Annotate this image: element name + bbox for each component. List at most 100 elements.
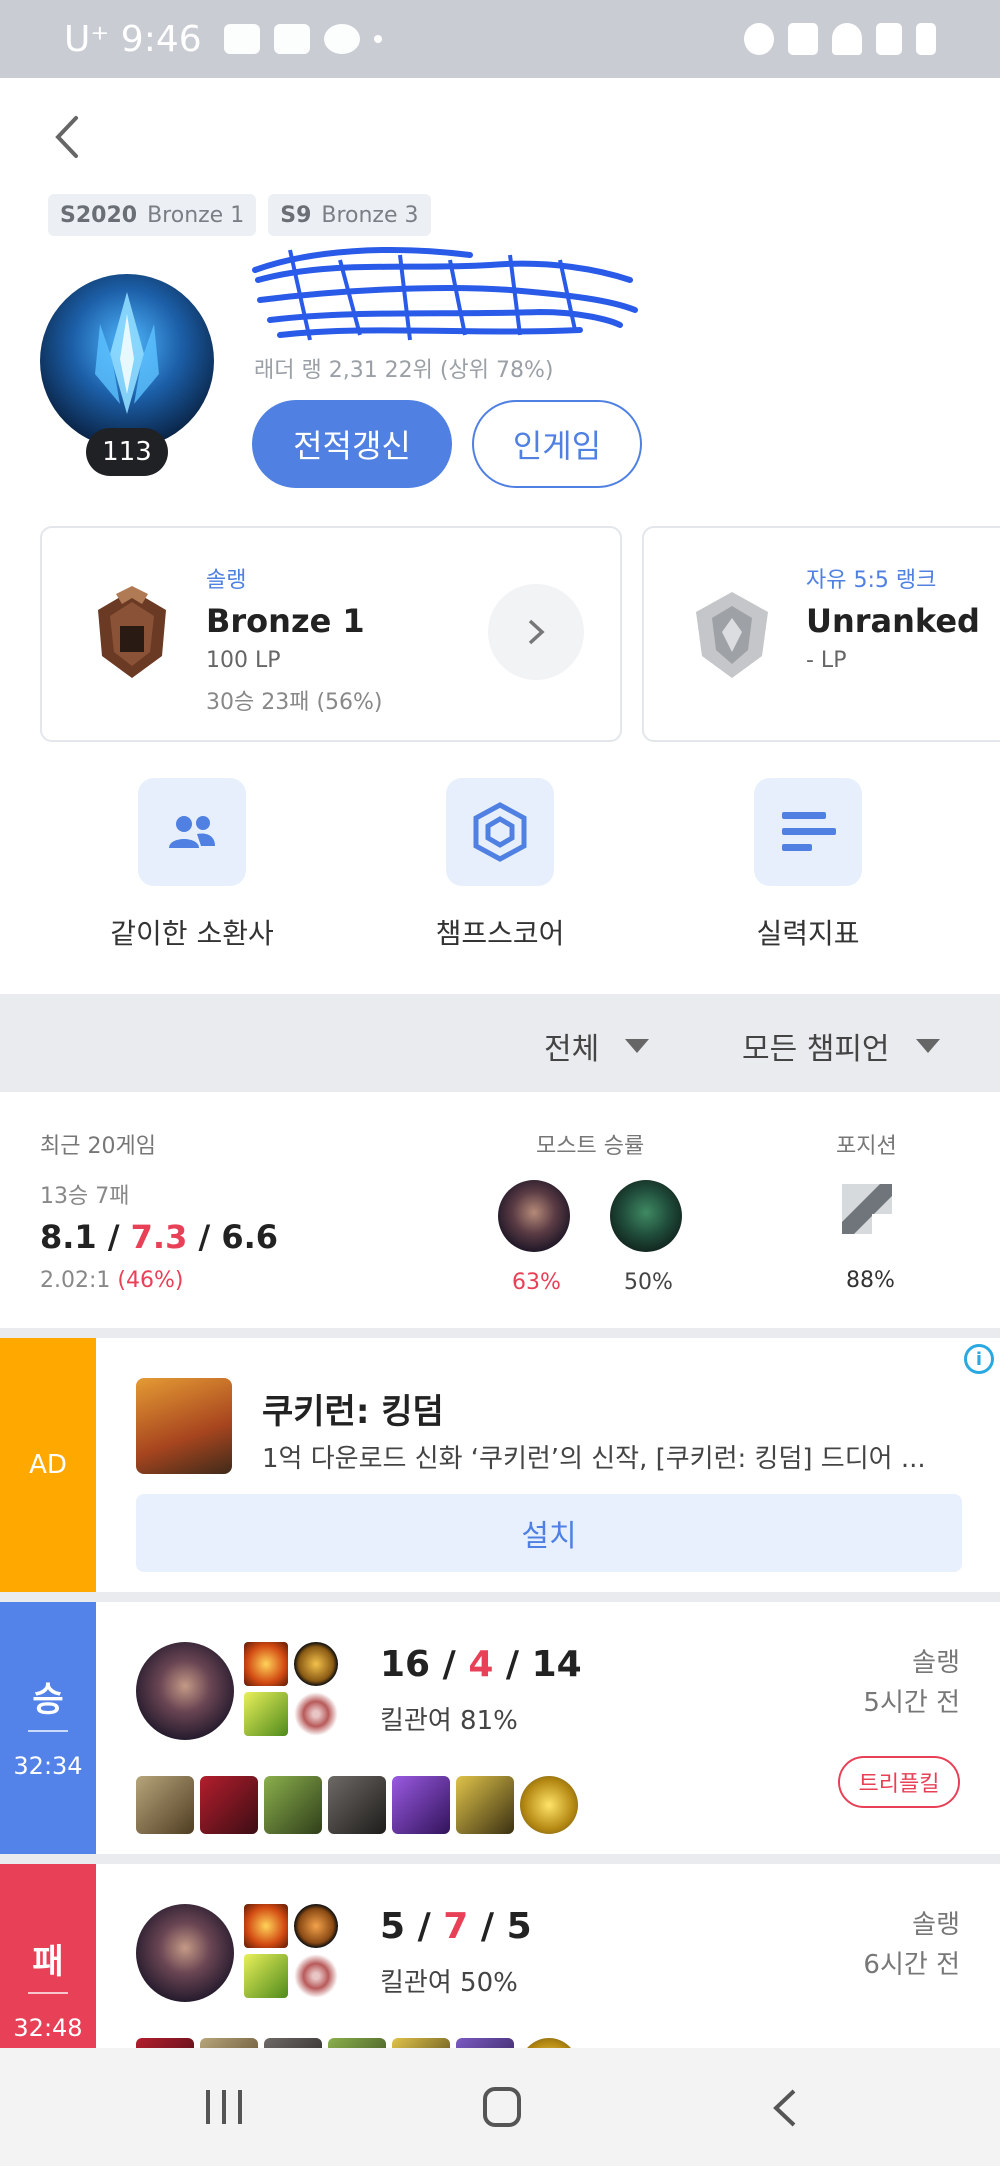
kda-assists: 6.6 bbox=[221, 1218, 278, 1256]
redacted-name-scribble bbox=[252, 247, 638, 341]
rank-queue: 솔랭 bbox=[206, 568, 247, 593]
rank-lp: - LP bbox=[806, 648, 847, 673]
flash-spell-icon bbox=[244, 1692, 288, 1736]
season-name: S2020 bbox=[60, 202, 138, 228]
match-deaths: 7 bbox=[443, 1906, 469, 1947]
most-champion-winrate: 50% bbox=[624, 1270, 673, 1295]
most-champion-avatar[interactable] bbox=[610, 1180, 682, 1252]
match-result: 승 bbox=[32, 1680, 64, 1720]
item-build bbox=[136, 1776, 578, 1834]
dot-icon bbox=[373, 35, 382, 43]
item-icon bbox=[328, 2038, 386, 2048]
youtube-icon bbox=[273, 24, 310, 54]
item-icon bbox=[264, 1776, 322, 1834]
item-icon bbox=[264, 2038, 322, 2048]
champion-filter-dropdown[interactable]: 모든 챔피언 bbox=[742, 1024, 940, 1068]
ad-banner[interactable]: AD 쿠키런: 킹덤 1억 다운로드 신화 ‘쿠키런’의 신작, [쿠키런: 킹… bbox=[0, 1338, 1000, 1592]
ad-install-button[interactable]: 설치 bbox=[136, 1494, 962, 1572]
item-icon bbox=[136, 2038, 194, 2048]
status-bar: U⁺ 9:46 bbox=[0, 0, 1000, 78]
chat-icon bbox=[323, 24, 360, 54]
queue-filter-dropdown[interactable]: 전체 bbox=[544, 1024, 650, 1068]
system-icons bbox=[744, 23, 936, 55]
item-icon bbox=[200, 2038, 258, 2048]
champion-avatar[interactable] bbox=[136, 1642, 234, 1740]
match-card[interactable]: 승 32:34 16 / 4 / 14 킬관여 81% 솔랭 5시간 전 트리플… bbox=[0, 1602, 1000, 1854]
rank-queue: 자유 5:5 랭크 bbox=[806, 568, 937, 593]
item-icon bbox=[392, 1776, 450, 1834]
ad-thumbnail bbox=[136, 1378, 232, 1474]
refresh-record-button[interactable]: 전적갱신 bbox=[252, 400, 452, 488]
ingame-button[interactable]: 인게임 bbox=[472, 400, 642, 488]
hexagon-icon bbox=[446, 778, 554, 886]
ad-badge: AD bbox=[0, 1338, 96, 1592]
home-icon[interactable] bbox=[482, 2086, 522, 2128]
match-card[interactable]: 패 32:48 5 / 7 / 5 킬관여 50% 솔랭 6시간 전 bbox=[0, 1864, 1000, 2048]
recent-stats: 최근 20게임 모스트 승률 포지션 13승 7패 8.1 / 7.3 / 6.… bbox=[0, 1092, 1000, 1328]
result-divider bbox=[28, 1730, 68, 1732]
trinket-icon bbox=[520, 1776, 578, 1834]
match-result: 패 bbox=[32, 1942, 64, 1982]
match-assists: 5 bbox=[506, 1906, 532, 1947]
match-kda: 5 / 7 / 5 bbox=[380, 1906, 532, 1947]
system-nav-bar bbox=[0, 2048, 1000, 2166]
keystone-rune-icon bbox=[294, 1904, 338, 1948]
flex-rank-card[interactable]: 자유 5:5 랭크 Unranked - LP bbox=[642, 526, 1000, 742]
item-icon bbox=[456, 1776, 514, 1834]
chevron-right-icon bbox=[528, 619, 545, 645]
unranked-emblem-icon bbox=[696, 592, 768, 678]
champion-avatar[interactable] bbox=[136, 1904, 234, 2002]
flash-spell-icon bbox=[244, 1954, 288, 1998]
quick-menu-skill[interactable]: 실력지표 bbox=[698, 778, 918, 952]
result-divider bbox=[28, 1992, 68, 1994]
match-deaths: 4 bbox=[468, 1644, 494, 1685]
item-icon bbox=[456, 2038, 514, 2048]
season-tier: Bronze 1 bbox=[147, 202, 245, 228]
section-divider bbox=[0, 1328, 1000, 1338]
rank-tier: Unranked bbox=[806, 602, 980, 640]
match-duration: 32:48 bbox=[13, 2014, 83, 2042]
item-icon bbox=[136, 1776, 194, 1834]
queue-filter-label: 전체 bbox=[544, 1032, 600, 1067]
match-duration: 32:34 bbox=[13, 1752, 83, 1780]
item-build bbox=[136, 2038, 578, 2048]
status-time: U⁺ 9:46 bbox=[64, 18, 202, 60]
most-champion-winrate: 63% bbox=[512, 1270, 561, 1295]
mute-icon bbox=[788, 23, 818, 55]
solo-rank-card[interactable]: 솔랭 Bronze 1 100 LP 30승 23패 (56%) bbox=[40, 526, 622, 742]
bars-icon bbox=[754, 778, 862, 886]
trident-icon bbox=[95, 292, 159, 414]
match-queue: 솔랭 bbox=[912, 1910, 960, 1940]
season-chip: S2020 Bronze 1 bbox=[48, 194, 257, 236]
kill-participation: (46%) bbox=[117, 1268, 184, 1293]
ladder-rank: 래더 랭 2,31 22위 (상위 78%) bbox=[254, 358, 554, 383]
quick-menu-label: 챔프스코어 bbox=[435, 917, 565, 950]
match-kills: 16 bbox=[380, 1644, 431, 1685]
back-button[interactable] bbox=[48, 112, 88, 162]
match-result-bar: 승 32:34 bbox=[0, 1602, 96, 1854]
match-time-ago: 5시간 전 bbox=[863, 1688, 960, 1718]
season-tier: Bronze 3 bbox=[321, 202, 419, 228]
signal-icon bbox=[876, 23, 902, 55]
match-kill-participation: 킬관여 50% bbox=[380, 1968, 518, 1998]
section-divider bbox=[0, 1592, 1000, 1602]
match-kda: 16 / 4 / 14 bbox=[380, 1644, 582, 1685]
ad-info-icon[interactable]: i bbox=[964, 1344, 994, 1374]
trinket-icon bbox=[520, 2038, 578, 2048]
profile-icon bbox=[40, 274, 214, 448]
dropdown-arrow-icon bbox=[625, 1039, 650, 1053]
rank-tier: Bronze 1 bbox=[206, 602, 365, 640]
kda-deaths: 7.3 bbox=[130, 1218, 188, 1256]
ignite-spell-icon bbox=[244, 1904, 288, 1948]
quick-menu-champscore[interactable]: 챔프스코어 bbox=[390, 778, 610, 952]
secondary-rune-icon bbox=[294, 1692, 338, 1736]
back-nav-icon[interactable] bbox=[770, 2088, 800, 2128]
season-chip: S9 Bronze 3 bbox=[268, 194, 431, 236]
quick-menu-together[interactable]: 같이한 소환사 bbox=[82, 778, 302, 952]
most-champion-avatar[interactable] bbox=[498, 1180, 570, 1252]
rank-detail-button[interactable] bbox=[488, 584, 584, 680]
season-history: S2020 Bronze 1 S9 Bronze 3 bbox=[48, 194, 431, 236]
recent-apps-icon[interactable] bbox=[204, 2088, 244, 2126]
filter-bar: 전체 모든 챔피언 bbox=[0, 994, 1000, 1092]
quick-menu-label: 실력지표 bbox=[756, 917, 860, 950]
